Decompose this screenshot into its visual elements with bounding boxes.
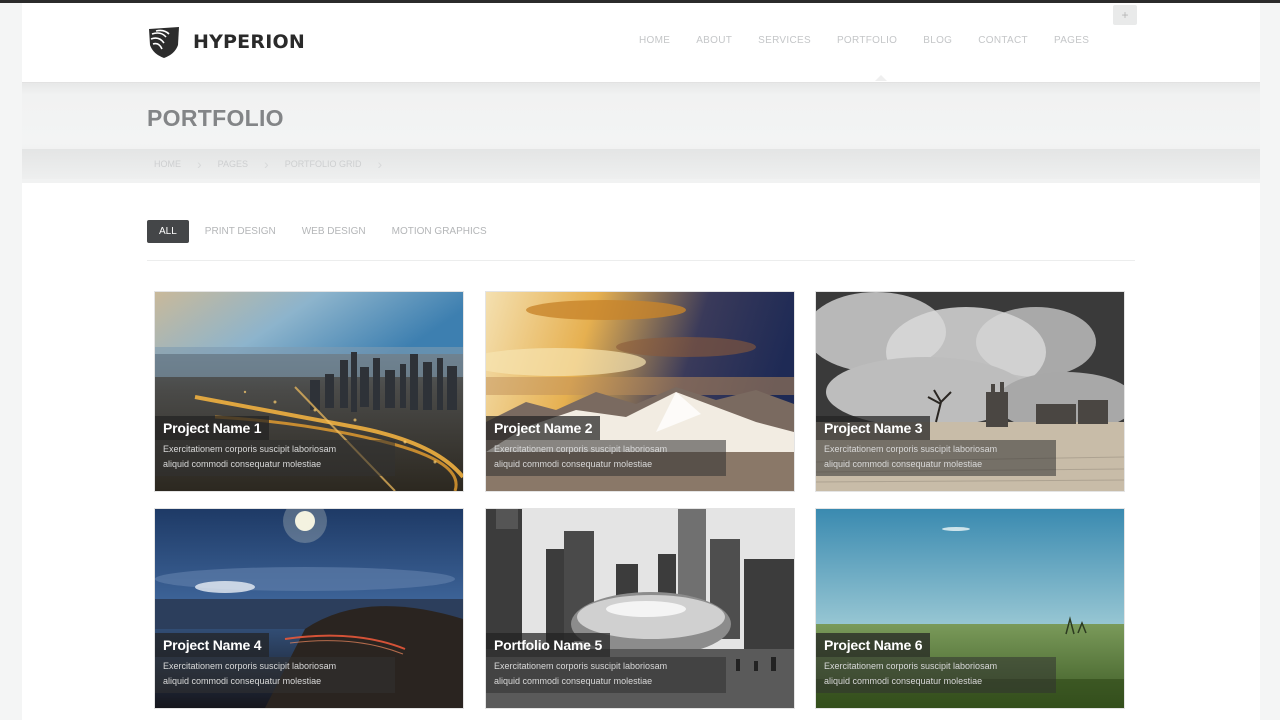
portfolio-item[interactable]: Portfolio Name 5 Exercitationem corporis… bbox=[486, 509, 794, 708]
project-title[interactable]: Project Name 1 bbox=[155, 416, 270, 440]
project-description-line: Exercitationem corporis suscipit laborio… bbox=[824, 661, 998, 671]
project-description: Exercitationem corporis suscipit laborio… bbox=[486, 440, 726, 476]
nav-blog[interactable]: BLOG bbox=[923, 35, 952, 46]
active-nav-caret bbox=[875, 75, 887, 81]
project-title[interactable]: Project Name 2 bbox=[486, 416, 601, 440]
plus-icon: + bbox=[1121, 8, 1129, 22]
project-description: Exercitationem corporis suscipit laborio… bbox=[486, 657, 726, 693]
search-toggle-button[interactable]: + bbox=[1113, 5, 1137, 25]
nav-pages[interactable]: PAGES bbox=[1054, 35, 1089, 46]
filter-motion-graphics[interactable]: MOTION GRAPHICS bbox=[392, 226, 487, 237]
nav-home[interactable]: HOME bbox=[639, 35, 670, 46]
portfolio-item[interactable]: Project Name 2 Exercitationem corporis s… bbox=[486, 292, 794, 491]
nav-contact[interactable]: CONTACT bbox=[978, 35, 1028, 46]
breadcrumb-pages[interactable]: PAGES bbox=[218, 159, 248, 169]
page-frame: HYPERION HOME ABOUT SERVICES PORTFOLIO B… bbox=[22, 3, 1260, 720]
filter-divider bbox=[147, 260, 1135, 261]
project-description: Exercitationem corporis suscipit laborio… bbox=[155, 657, 395, 693]
project-description: Exercitationem corporis suscipit laborio… bbox=[155, 440, 395, 476]
project-title[interactable]: Project Name 3 bbox=[816, 416, 931, 440]
filter-print-design[interactable]: PRINT DESIGN bbox=[205, 226, 276, 237]
breadcrumb-current: PORTFOLIO GRID bbox=[284, 159, 362, 169]
portfolio-filters: ALL PRINT DESIGN WEB DESIGN MOTION GRAPH… bbox=[147, 220, 513, 243]
page-title: PORTFOLIO bbox=[147, 105, 284, 131]
nav-services[interactable]: SERVICES bbox=[758, 35, 811, 46]
project-description-line: Exercitationem corporis suscipit laborio… bbox=[494, 444, 668, 454]
site-header: HYPERION HOME ABOUT SERVICES PORTFOLIO B… bbox=[22, 3, 1260, 82]
project-description-line: aliquid commodi consequatur molestiae bbox=[824, 459, 983, 469]
project-description: Exercitationem corporis suscipit laborio… bbox=[816, 440, 1056, 476]
breadcrumb: HOME › PAGES › PORTFOLIO GRID › bbox=[154, 156, 398, 172]
portfolio-item[interactable]: Project Name 4 Exercitationem corporis s… bbox=[155, 509, 463, 708]
breadcrumb-separator-icon: › bbox=[197, 156, 202, 172]
portfolio-item[interactable]: Project Name 6 Exercitationem corporis s… bbox=[816, 509, 1124, 708]
shield-logo-icon bbox=[149, 27, 179, 58]
project-description-line: aliquid commodi consequatur molestiae bbox=[163, 676, 322, 686]
project-description-line: Exercitationem corporis suscipit laborio… bbox=[494, 661, 668, 671]
project-description-line: Exercitationem corporis suscipit laborio… bbox=[824, 444, 998, 454]
project-description-line: aliquid commodi consequatur molestiae bbox=[163, 459, 322, 469]
nav-portfolio[interactable]: PORTFOLIO bbox=[837, 35, 897, 46]
portfolio-item[interactable]: Project Name 3 Exercitationem corporis s… bbox=[816, 292, 1124, 491]
project-description-line: aliquid commodi consequatur molestiae bbox=[494, 676, 653, 686]
nav-about[interactable]: ABOUT bbox=[696, 35, 732, 46]
project-title[interactable]: Portfolio Name 5 bbox=[486, 633, 611, 657]
portfolio-item[interactable]: Project Name 1 Exercitationem corporis s… bbox=[155, 292, 463, 491]
project-title[interactable]: Project Name 4 bbox=[155, 633, 270, 657]
filter-web-design[interactable]: WEB DESIGN bbox=[302, 226, 366, 237]
main-nav: HOME ABOUT SERVICES PORTFOLIO BLOG CONTA… bbox=[639, 35, 1115, 46]
project-description-line: aliquid commodi consequatur molestiae bbox=[494, 459, 653, 469]
brand-logo[interactable]: HYPERION bbox=[147, 25, 305, 59]
project-description-line: Exercitationem corporis suscipit laborio… bbox=[163, 444, 337, 454]
brand-name: HYPERION bbox=[193, 31, 305, 53]
project-description-line: aliquid commodi consequatur molestiae bbox=[824, 676, 983, 686]
breadcrumb-home[interactable]: HOME bbox=[154, 159, 181, 169]
project-description-line: Exercitationem corporis suscipit laborio… bbox=[163, 661, 337, 671]
breadcrumb-separator-icon: › bbox=[377, 156, 383, 172]
breadcrumb-separator-icon: › bbox=[264, 156, 269, 172]
project-description: Exercitationem corporis suscipit laborio… bbox=[816, 657, 1056, 693]
filter-all[interactable]: ALL bbox=[147, 220, 189, 243]
project-title[interactable]: Project Name 6 bbox=[816, 633, 931, 657]
